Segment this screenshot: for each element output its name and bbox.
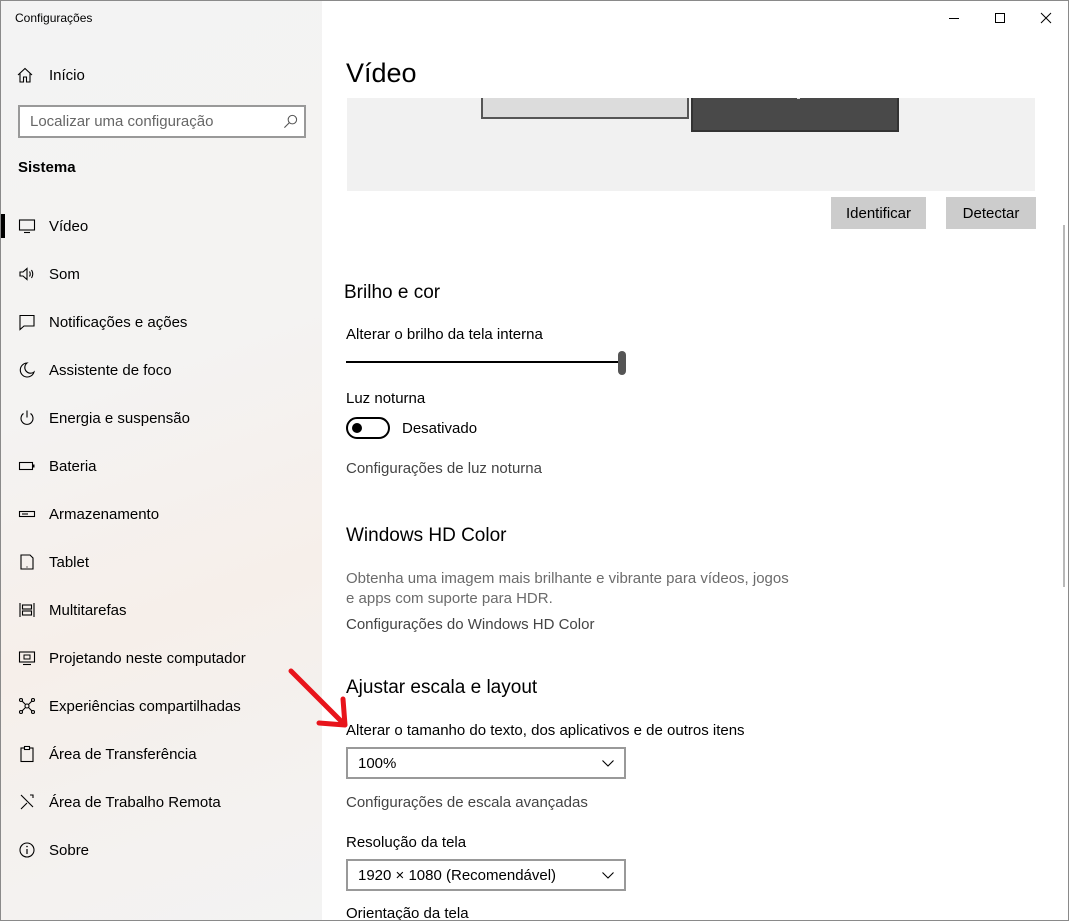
monitor-icon [18, 217, 36, 235]
close-button[interactable] [1023, 5, 1068, 31]
shared-experiences-icon [18, 697, 36, 715]
scrollbar[interactable] [1063, 225, 1065, 587]
sidebar-item-label: Área de Transferência [49, 745, 197, 763]
slider-track [346, 361, 621, 363]
identify-button[interactable]: Identificar [831, 197, 926, 229]
night-light-toggle[interactable] [346, 417, 390, 439]
sidebar-item-label: Projetando neste computador [49, 649, 246, 667]
scale-heading: Ajustar escala e layout [346, 677, 538, 698]
minimize-button[interactable] [931, 5, 977, 31]
info-icon [18, 841, 36, 859]
sidebar-item-label: Sobre [49, 841, 90, 859]
battery-icon [18, 457, 36, 475]
sidebar-item-label: Assistente de foco [49, 361, 172, 379]
tablet-icon [18, 553, 36, 571]
sidebar-item-label: Notificações e ações [49, 313, 188, 331]
toggle-knob [352, 423, 362, 433]
clipboard-icon [18, 745, 36, 763]
resolution-dropdown[interactable]: 1920 × 1080 (Recomendável) [346, 859, 626, 891]
hdr-heading: Windows HD Color [346, 525, 507, 546]
search-box[interactable] [18, 105, 306, 138]
main-content: Vídeo Identificar Detectar Brilho e cor … [322, 1, 1068, 921]
sidebar-item-video[interactable]: Vídeo [1, 202, 322, 250]
close-icon [1040, 12, 1052, 24]
sidebar-item-label: Som [49, 265, 80, 283]
maximize-icon [995, 13, 1005, 23]
sidebar: Configurações Início Sistema Vídeo Som [1, 1, 322, 920]
sidebar-item-battery[interactable]: Bateria [1, 442, 322, 490]
brightness-heading: Brilho e cor [344, 282, 441, 303]
sidebar-item-notifications[interactable]: Notificações e ações [1, 298, 322, 346]
sidebar-item-clipboard[interactable]: Área de Transferência [1, 730, 322, 778]
sidebar-item-sound[interactable]: Som [1, 250, 322, 298]
sidebar-item-multitasking[interactable]: Multitarefas [1, 586, 322, 634]
projecting-icon [18, 649, 36, 667]
sidebar-item-label: Energia e suspensão [49, 409, 190, 427]
sidebar-item-focus-assist[interactable]: Assistente de foco [1, 346, 322, 394]
scale-size-value: 100% [358, 754, 397, 772]
sidebar-item-remote-desktop[interactable]: Área de Trabalho Remota [1, 778, 322, 826]
annotation-arrow-icon [288, 668, 348, 728]
brightness-slider[interactable] [346, 351, 628, 375]
sidebar-item-label: Área de Trabalho Remota [49, 793, 221, 811]
minimize-icon [949, 18, 959, 19]
page-title: Vídeo [346, 58, 417, 88]
night-light-label: Luz noturna [346, 390, 426, 407]
storage-icon [18, 505, 36, 523]
slider-thumb[interactable] [618, 351, 626, 375]
notification-icon [18, 313, 36, 331]
settings-window: Configurações Início Sistema Vídeo Som [0, 0, 1069, 921]
night-light-settings-link[interactable]: Configurações de luz noturna [346, 460, 542, 477]
resolution-value: 1920 × 1080 (Recomendável) [358, 866, 557, 884]
power-icon [18, 409, 36, 427]
advanced-scaling-link[interactable]: Configurações de escala avançadas [346, 794, 588, 811]
multitasking-icon [18, 601, 36, 619]
orientation-label: Orientação da tela [346, 905, 469, 921]
sidebar-item-tablet[interactable]: Tablet [1, 538, 322, 586]
hdr-description: Obtenha uma imagem mais brilhante e vibr… [346, 569, 806, 609]
home-link[interactable]: Início [17, 64, 85, 86]
chevron-down-icon [602, 872, 614, 879]
home-label: Início [49, 66, 85, 84]
chevron-down-icon [602, 760, 614, 767]
sidebar-item-about[interactable]: Sobre [1, 826, 322, 874]
sidebar-item-label: Experiências compartilhadas [49, 697, 241, 715]
search-input[interactable] [30, 113, 270, 130]
moon-icon [18, 361, 36, 379]
sidebar-item-storage[interactable]: Armazenamento [1, 490, 322, 538]
scale-size-dropdown[interactable]: 100% [346, 747, 626, 779]
display-2-number [797, 98, 800, 99]
sidebar-item-label: Vídeo [49, 217, 89, 235]
night-light-state: Desativado [402, 420, 478, 437]
sidebar-item-projecting[interactable]: Projetando neste computador [1, 634, 322, 682]
sidebar-item-label: Tablet [49, 553, 90, 571]
speaker-icon [18, 265, 36, 283]
hdr-description-line1: Obtenha uma imagem mais brilhante e vibr… [346, 570, 789, 587]
sidebar-nav: Vídeo Som Notificações e ações Assistent… [1, 202, 322, 874]
search-icon[interactable] [283, 114, 298, 129]
sidebar-item-label: Bateria [49, 457, 97, 475]
display-arrangement-preview [347, 98, 1035, 191]
home-icon [17, 67, 33, 83]
resolution-label: Resolução da tela [346, 834, 467, 851]
hdr-settings-link[interactable]: Configurações do Windows HD Color [346, 616, 594, 633]
display-2-tile[interactable] [691, 98, 899, 132]
remote-desktop-icon [18, 793, 36, 811]
sidebar-item-label: Armazenamento [49, 505, 160, 523]
display-1-tile[interactable] [481, 98, 689, 119]
detect-button[interactable]: Detectar [946, 197, 1036, 229]
scale-size-label: Alterar o tamanho do texto, dos aplicati… [346, 722, 745, 739]
app-title: Configurações [15, 11, 93, 25]
hdr-description-line2: e apps com suporte para HDR. [346, 590, 553, 607]
section-title: Sistema [18, 159, 76, 176]
sidebar-item-shared-experiences[interactable]: Experiências compartilhadas [1, 682, 322, 730]
sidebar-item-label: Multitarefas [49, 601, 127, 619]
sidebar-item-power[interactable]: Energia e suspensão [1, 394, 322, 442]
brightness-label: Alterar o brilho da tela interna [346, 326, 543, 343]
maximize-button[interactable] [977, 5, 1023, 31]
